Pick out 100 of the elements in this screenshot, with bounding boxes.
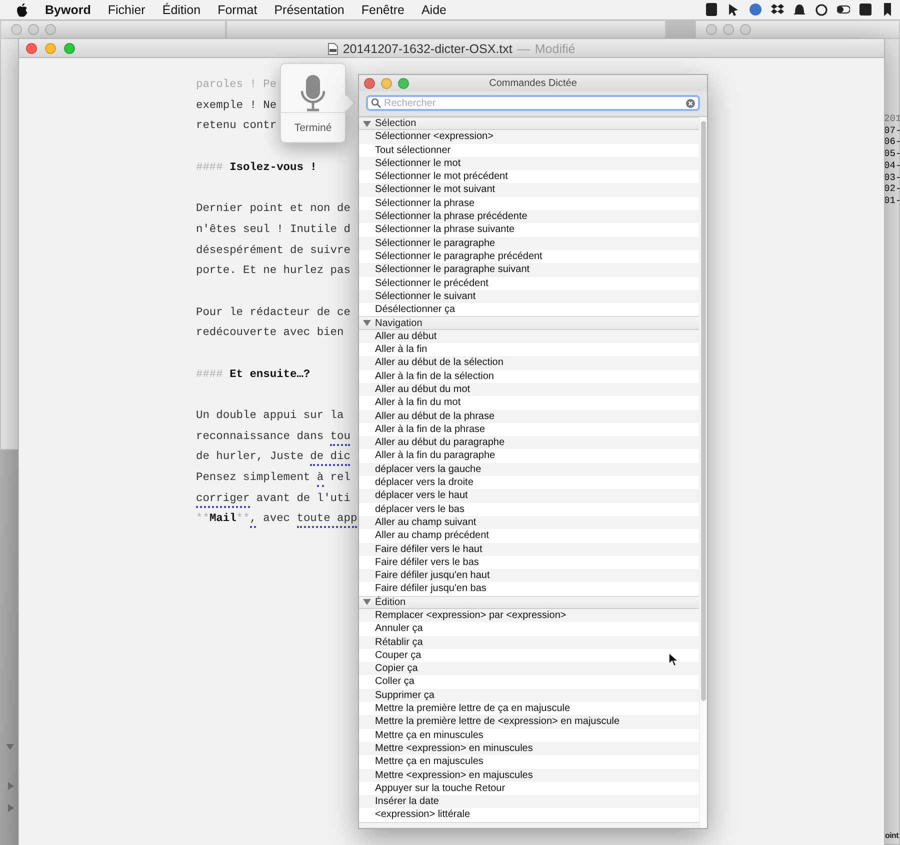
command-row[interactable]: Aller au début de la phrase <box>359 410 699 423</box>
command-row[interactable]: Sélectionner le précédent <box>359 276 699 290</box>
disclosure-triangle-icon[interactable] <box>363 120 371 128</box>
command-row[interactable]: Faire défiler jusqu'en haut <box>359 569 699 582</box>
menu-item[interactable]: Présentation <box>274 2 344 16</box>
text-line: porte. Et ne hurlez pas <box>196 265 350 278</box>
misspelled-word: de dic <box>310 451 350 466</box>
clear-icon[interactable] <box>686 98 695 108</box>
command-row[interactable]: déplacer vers le bas <box>359 502 699 516</box>
text-line: Et ensuite…? <box>228 368 310 381</box>
section-title: Navigation <box>375 318 422 329</box>
section-title: Édition <box>375 596 406 608</box>
command-row[interactable]: Aller au début du mot <box>359 382 699 396</box>
section-header[interactable]: Navigation <box>359 316 699 330</box>
apple-logo-icon[interactable] <box>16 2 28 16</box>
text-line: Pensez simplement <box>196 472 312 484</box>
text-line: avec <box>262 513 292 526</box>
markdown-marker: #### <box>196 162 223 174</box>
text-line: de hurler, Juste <box>196 451 304 464</box>
cursor-icon[interactable] <box>727 3 740 16</box>
command-row[interactable]: Sélectionner le paragraphe suivant <box>359 263 699 277</box>
menu-item[interactable]: Édition <box>162 2 201 16</box>
close-button[interactable] <box>364 78 375 88</box>
document-status: Modifié <box>534 42 576 56</box>
text-line: désespérément de suivre <box>196 244 350 256</box>
circle-badge-icon[interactable] <box>749 3 762 16</box>
timer-icon[interactable] <box>815 3 828 16</box>
search-field[interactable]: Rechercher <box>366 95 700 111</box>
bookmark-icon[interactable] <box>881 3 894 16</box>
command-row[interactable]: Aller au début <box>359 330 699 344</box>
command-row[interactable]: déplacer vers le haut <box>359 489 699 503</box>
markdown-marker: #### <box>196 368 223 381</box>
toggle-icon[interactable] <box>837 3 850 16</box>
misspelled-word: corriger <box>196 492 250 508</box>
command-row[interactable]: déplacer vers la gauche <box>359 462 699 476</box>
command-row[interactable]: Copier ça <box>359 662 699 676</box>
command-row[interactable]: Aller au début de la sélection <box>359 356 699 370</box>
command-row[interactable]: Sélectionner la phrase précédente <box>359 210 699 224</box>
done-button[interactable]: Terminé <box>281 112 345 142</box>
command-row[interactable]: Aller au début du paragraphe <box>359 436 699 450</box>
command-row[interactable]: Mettre <expression> en minuscules <box>359 742 699 756</box>
command-row[interactable]: Sélectionner le mot suivant <box>359 183 699 197</box>
text-line: Un double appui sur la <box>196 410 344 422</box>
command-row[interactable]: Mettre la première lettre de <expression> en majuscule <box>359 715 699 729</box>
disclosure-triangle-icon[interactable] <box>7 782 15 790</box>
command-row[interactable]: Mettre la première lettre de ça en majuscule <box>359 702 699 716</box>
command-row[interactable]: Faire défiler vers le haut <box>359 542 699 556</box>
command-row[interactable]: Mettre <expression> en majuscules <box>359 768 699 782</box>
disclosure-triangle-icon[interactable] <box>6 743 14 751</box>
command-row[interactable]: Tout sélectionner <box>359 144 699 157</box>
zoom-button[interactable] <box>398 78 409 88</box>
command-row[interactable]: Aller au champ suivant <box>359 516 699 530</box>
close-button[interactable] <box>26 42 37 54</box>
misspelled-word: à <box>316 472 324 488</box>
menu-item[interactable]: Aide <box>421 2 446 16</box>
text-line: avant de l'uti <box>255 492 350 505</box>
section-title: Sélection <box>375 118 416 130</box>
command-row[interactable]: Sélectionner le suivant <box>359 290 699 304</box>
disclosure-triangle-icon[interactable] <box>363 598 371 606</box>
text-line: Mail <box>209 513 236 526</box>
app-menu[interactable]: Byword <box>45 2 91 16</box>
search-icon <box>371 98 381 108</box>
text-line: reconnaissance dans <box>196 430 325 443</box>
command-row[interactable]: déplacer vers la droite <box>359 476 699 490</box>
scrollbar-thumb[interactable] <box>701 121 706 701</box>
dropbox-icon[interactable] <box>771 3 784 16</box>
command-row[interactable]: Sélectionner <expression> <box>359 130 699 144</box>
disclosure-triangle-icon[interactable] <box>7 804 15 812</box>
command-row[interactable]: Insérer la date <box>359 795 699 808</box>
command-row[interactable]: Sélectionner le paragraphe <box>359 236 699 250</box>
command-row[interactable]: Sélectionner le paragraphe précédent <box>359 250 699 264</box>
text-line: retenu contr <box>196 120 277 132</box>
command-row[interactable]: Sélectionner le mot <box>359 156 699 170</box>
menu-item[interactable]: Fichier <box>108 2 146 16</box>
markdown-marker: ** <box>236 513 250 526</box>
misspelled-word: , <box>250 513 256 528</box>
text-line: n'êtes seul ! Inutile d <box>196 224 350 236</box>
hat-icon[interactable] <box>793 3 806 16</box>
command-row[interactable]: Désélectionner ça <box>359 303 699 316</box>
command-row[interactable]: Aller à la fin de la sélection <box>359 370 699 383</box>
text-line: Dernier point et non de <box>196 203 350 216</box>
disclosure-triangle-icon[interactable] <box>363 319 371 328</box>
section-header[interactable]: Sélection <box>359 117 699 130</box>
text-line: redécouverte avec bien <box>196 327 344 340</box>
command-row[interactable]: Remplacer <expression> par <expression> <box>359 608 699 622</box>
command-row[interactable]: Sélectionner le mot précédent <box>359 170 699 184</box>
zoom-button[interactable] <box>64 42 75 54</box>
command-row[interactable]: Mettre ça en minuscules <box>359 728 699 742</box>
menu-item[interactable]: Format <box>218 2 258 16</box>
text-line: exemple ! Ne <box>196 100 277 112</box>
text-line: Pour le rédacteur de ce <box>196 306 350 319</box>
command-row[interactable]: Aller à la fin <box>359 343 699 356</box>
title-separator: — <box>517 42 530 56</box>
misspelled-word: tou <box>330 430 350 446</box>
section-header[interactable]: Édition <box>359 596 699 609</box>
command-row[interactable]: Rétablir ça <box>359 636 699 649</box>
mouse-pointer-icon <box>668 652 678 667</box>
command-row[interactable]: Supprimer ça <box>359 688 699 702</box>
menu-item[interactable]: Fenêtre <box>361 2 404 16</box>
text-line: Isolez-vous ! <box>228 162 317 174</box>
